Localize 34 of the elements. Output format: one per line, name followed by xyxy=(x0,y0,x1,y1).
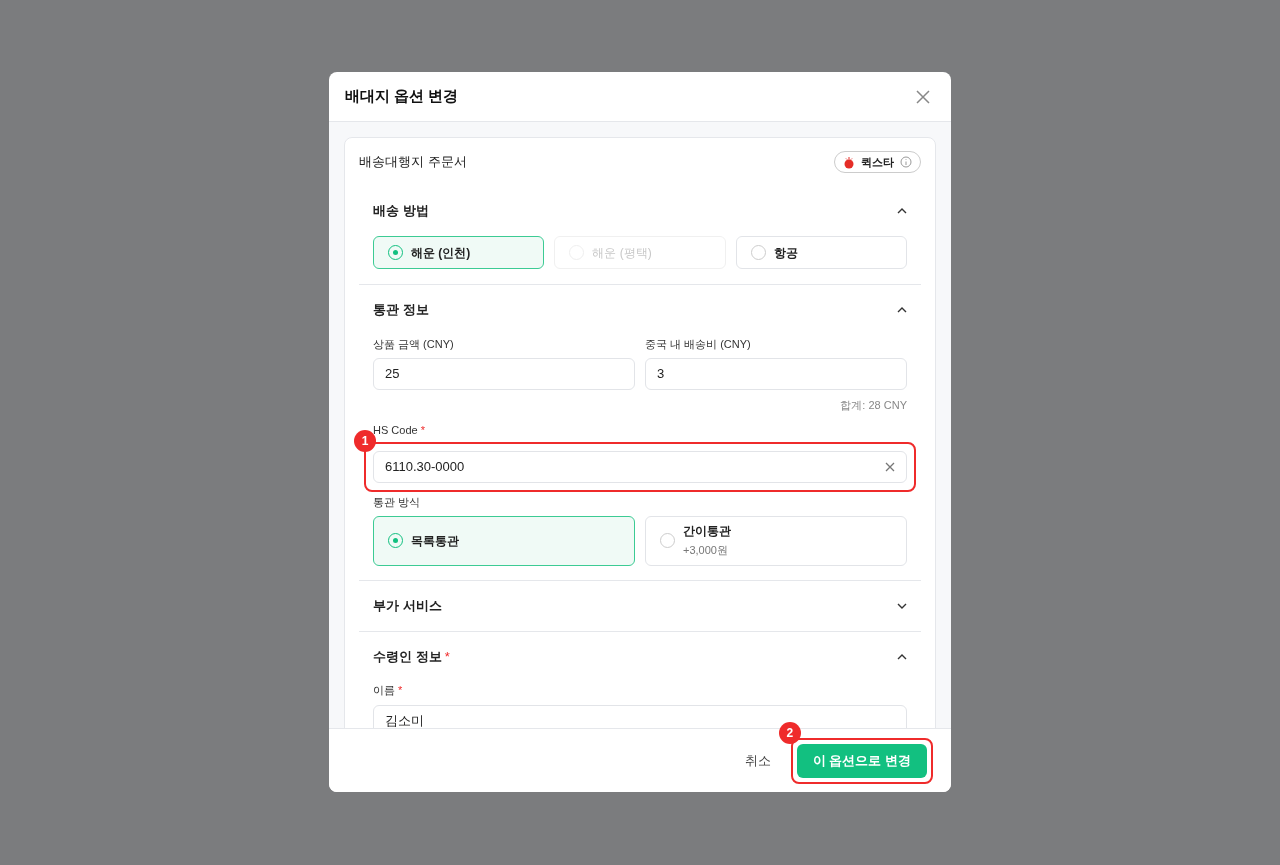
input-field[interactable]: 김소미 xyxy=(373,704,907,728)
field-label: 통관 방식 xyxy=(373,495,421,511)
input-field[interactable]: 3 xyxy=(645,358,907,390)
required-mark: * xyxy=(420,423,425,439)
bomb-icon xyxy=(843,155,855,169)
provider-name: 퀵스타 xyxy=(861,154,894,170)
input-field[interactable]: 25 xyxy=(373,358,635,390)
section-title[interactable]: 부가 서비스 xyxy=(373,595,442,616)
section-title[interactable]: 통관 정보 xyxy=(373,300,429,320)
customs-option[interactable]: 목록통관 xyxy=(373,515,635,566)
customs-option[interactable]: 간이통관 +3,000원 xyxy=(645,515,907,566)
shipping-option[interactable]: 해운 (인천) xyxy=(373,236,545,269)
chevron-up-icon[interactable] xyxy=(897,307,907,313)
field-label: HS Code xyxy=(373,423,418,439)
info-icon xyxy=(900,156,912,168)
field-label: 상품 금액 (CNY) xyxy=(373,336,454,352)
clear-icon[interactable] xyxy=(885,461,895,472)
section-title[interactable]: 배송 방법 xyxy=(373,201,429,221)
dialog-title: 배대지 옵션 변경 xyxy=(345,86,459,107)
chevron-up-icon[interactable] xyxy=(897,653,907,660)
section-title[interactable]: 수령인 정보 xyxy=(373,646,442,667)
card-title: 배송대행지 주문서 xyxy=(359,153,467,172)
required-mark: * xyxy=(398,683,403,699)
required-mark: * xyxy=(444,647,450,666)
total-text: 합계: 28 CNY xyxy=(840,398,907,413)
chevron-up-icon[interactable] xyxy=(897,208,907,214)
chevron-down-icon[interactable] xyxy=(897,602,907,609)
field-label: 중국 내 배송비 (CNY) xyxy=(645,336,751,352)
cancel-button[interactable]: 취소 xyxy=(740,750,775,771)
shipping-option[interactable]: 항공 xyxy=(735,236,907,269)
field-label: 이름 xyxy=(373,683,395,699)
input-field[interactable]: 6110.30-0000 xyxy=(373,450,907,483)
close-icon[interactable] xyxy=(916,89,930,104)
price-note: +3,000원 xyxy=(683,543,729,559)
